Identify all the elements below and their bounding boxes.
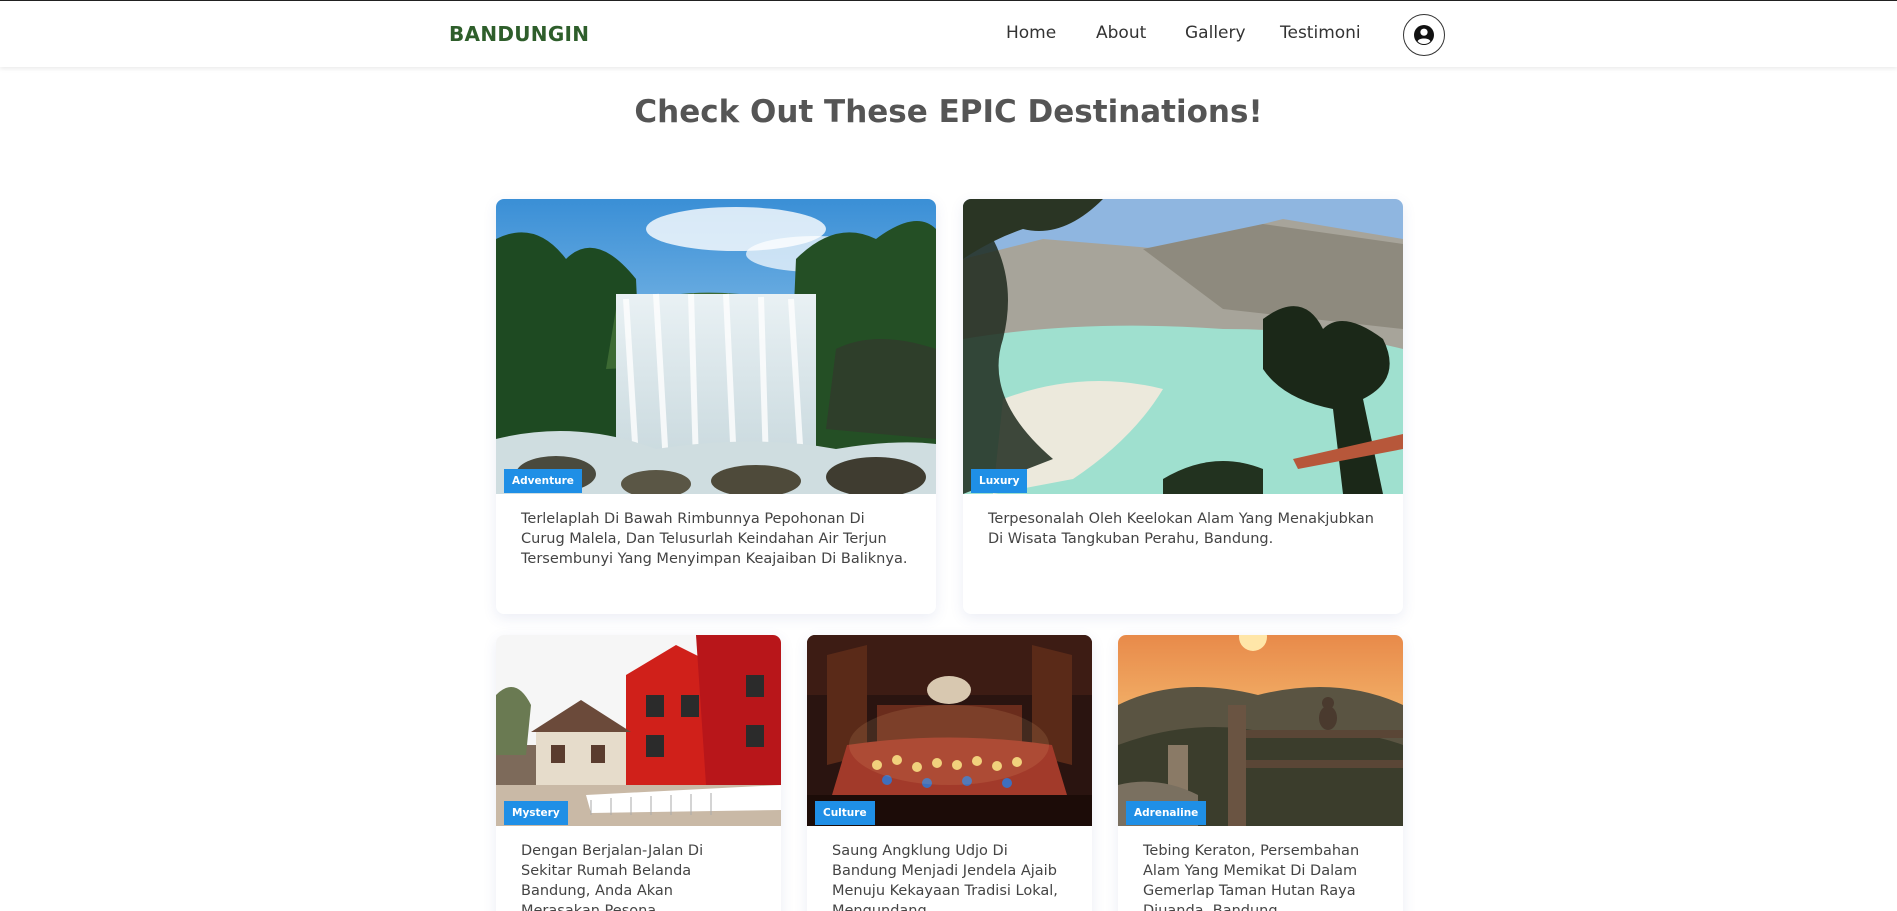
card-description: Terlelaplah Di Bawah Rimbunnya Pepohonan…: [521, 511, 908, 567]
user-circle-icon: [1414, 25, 1434, 45]
destination-card-culture[interactable]: Culture Saung Angklung Udjo Di Bandung M…: [807, 635, 1092, 911]
angklung-performance-image: [807, 635, 1092, 826]
card-description: Tebing Keraton, Persembahan Alam Yang Me…: [1143, 843, 1360, 911]
category-badge[interactable]: Mystery: [504, 801, 568, 825]
category-badge[interactable]: Culture: [815, 801, 875, 825]
cliff-sunrise-image: [1118, 635, 1403, 826]
destination-card-mystery[interactable]: Mystery Dengan Berjalan-Jalan Di Sekitar…: [496, 635, 781, 911]
profile-button[interactable]: [1403, 14, 1445, 56]
crater-lake-image: [963, 199, 1403, 494]
nav-link-gallery[interactable]: Gallery: [1185, 23, 1246, 43]
dutch-houses-image: [496, 635, 781, 826]
card-description: Saung Angklung Udjo Di Bandung Menjadi J…: [832, 843, 1058, 911]
navbar: BANDUNGIN Home About Gallery Testimoni: [0, 1, 1897, 67]
category-badge[interactable]: Luxury: [971, 469, 1028, 493]
card-description: Terpesonalah Oleh Keelokan Alam Yang Men…: [988, 511, 1374, 547]
waterfall-image: [496, 199, 936, 494]
destination-card-adrenaline[interactable]: Adrenaline Tebing Keraton, Persembahan A…: [1118, 635, 1403, 911]
destination-card-adventure[interactable]: Adventure Terlelaplah Di Bawah Rimbunnya…: [496, 199, 936, 614]
category-badge[interactable]: Adrenaline: [1126, 801, 1207, 825]
nav-link-testimoni[interactable]: Testimoni: [1280, 23, 1361, 43]
card-description: Dengan Berjalan-Jalan Di Sekitar Rumah B…: [521, 843, 704, 911]
destination-card-luxury[interactable]: Luxury Terpesonalah Oleh Keelokan Alam Y…: [963, 199, 1403, 614]
category-badge[interactable]: Adventure: [504, 469, 582, 493]
nav-link-about[interactable]: About: [1096, 23, 1146, 43]
page-title: Check Out These EPIC Destinations!: [634, 94, 1263, 130]
brand-logo[interactable]: BANDUNGIN: [449, 22, 589, 46]
nav-link-home[interactable]: Home: [1006, 23, 1056, 43]
